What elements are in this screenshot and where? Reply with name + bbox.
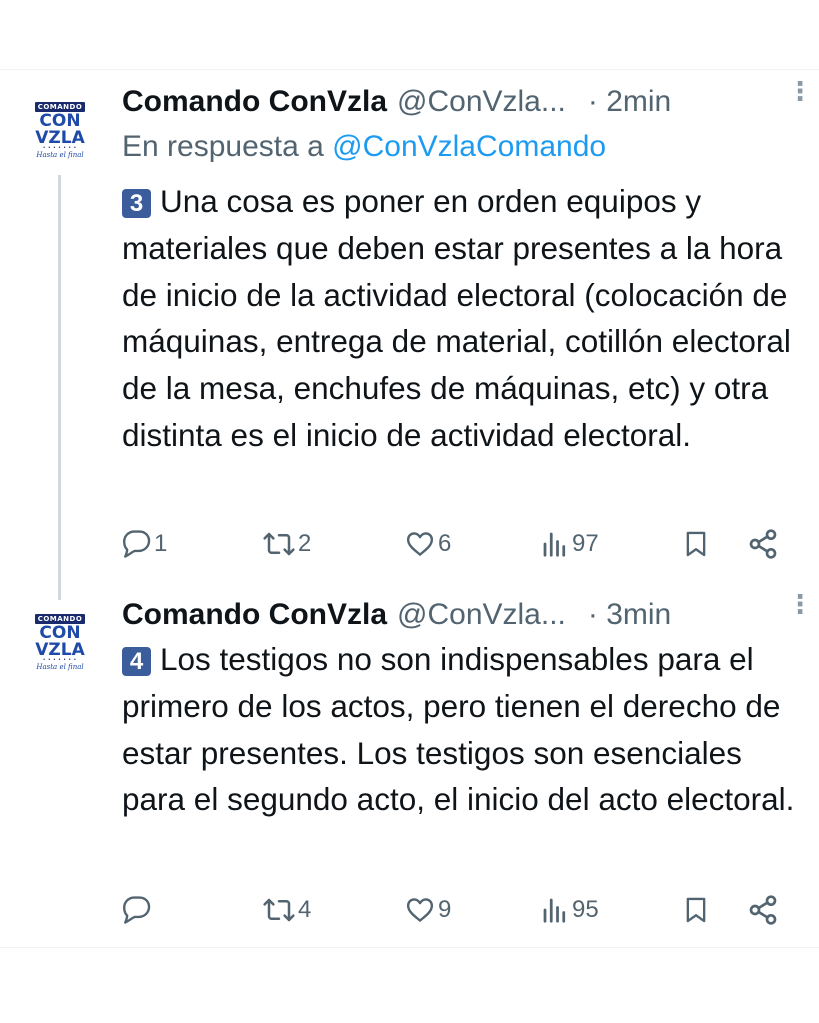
number-badge: 4 xyxy=(122,647,151,676)
avatar-logo-tagline: Hasta el final xyxy=(36,151,84,159)
more-icon[interactable]: ⋮ xyxy=(787,78,813,104)
avatar[interactable]: COMANDO CON VZLA • • • • • • • Hasta el … xyxy=(30,100,90,160)
reply-count: 1 xyxy=(154,530,168,557)
tweet-time[interactable]: · 3min xyxy=(588,598,671,632)
reply-button[interactable]: 1 xyxy=(122,524,167,564)
bookmark-button[interactable] xyxy=(682,524,710,564)
tweet-time[interactable]: · 2min xyxy=(588,85,671,119)
thread-line xyxy=(58,175,61,600)
tweet-2[interactable]: COMANDO CON VZLA • • • • • • • Hasta el … xyxy=(0,591,819,947)
reply-icon xyxy=(123,896,151,924)
share-button[interactable] xyxy=(747,524,779,564)
author-name[interactable]: Comando ConVzla xyxy=(122,85,387,119)
reply-prefix: En respuesta a xyxy=(122,130,333,163)
tweet-text: 3 Una cosa es poner en orden equipos y ma… xyxy=(122,178,807,459)
tweet-text: 4 Los testigos no son indispensables para… xyxy=(122,636,807,823)
like-button[interactable]: 6 xyxy=(404,524,451,564)
bookmark-icon xyxy=(686,897,706,923)
reply-icon xyxy=(123,530,151,558)
retweet-count: 4 xyxy=(298,896,312,923)
retweet-count: 2 xyxy=(298,530,312,557)
more-icon[interactable]: ⋮ xyxy=(787,591,813,617)
author-name[interactable]: Comando ConVzla xyxy=(122,598,387,632)
author-handle[interactable]: @ConVzla... xyxy=(397,85,566,119)
author-handle[interactable]: @ConVzla... xyxy=(397,598,566,632)
like-button[interactable]: 9 xyxy=(404,890,451,930)
heart-icon xyxy=(406,898,434,922)
views-count: 97 xyxy=(572,530,599,557)
share-icon xyxy=(749,895,777,925)
avatar-logo-con: CON xyxy=(39,623,81,643)
share-icon xyxy=(749,529,777,559)
tweet-text-content: Los testigos no son indispensables para … xyxy=(122,641,795,818)
retweet-icon xyxy=(263,532,295,556)
avatar-logo-vzla: VZLA xyxy=(35,128,85,148)
avatar-logo-con: CON xyxy=(39,111,81,131)
tweet-header: Comando ConVzla @ConVzla... · 2min ⋮ xyxy=(122,78,813,122)
views-count: 95 xyxy=(572,896,599,923)
like-count: 9 xyxy=(438,896,452,923)
bookmark-icon xyxy=(686,531,706,557)
avatar[interactable]: COMANDO CON VZLA • • • • • • • Hasta el … xyxy=(30,612,90,672)
reply-context: En respuesta a @ConVzlaComando xyxy=(122,130,606,164)
tweet-1[interactable]: COMANDO CON VZLA • • • • • • • Hasta el … xyxy=(0,70,819,600)
views-icon xyxy=(543,532,566,557)
avatar-logo-vzla: VZLA xyxy=(35,640,85,660)
views-button[interactable]: 95 xyxy=(540,890,599,930)
avatar-logo-tagline: Hasta el final xyxy=(36,663,84,671)
like-count: 6 xyxy=(438,530,452,557)
tweet-text-content: Una cosa es poner en orden equipos y mat… xyxy=(122,183,791,453)
retweet-icon xyxy=(263,898,295,922)
number-badge: 3 xyxy=(122,189,151,218)
retweet-button[interactable]: 2 xyxy=(262,524,311,564)
views-button[interactable]: 97 xyxy=(540,524,599,564)
bookmark-button[interactable] xyxy=(682,890,710,930)
bottom-divider xyxy=(0,947,819,948)
views-icon xyxy=(543,898,566,923)
tweet-header: Comando ConVzla @ConVzla... · 3min ⋮ xyxy=(122,591,813,635)
tweet-actions: 4 9 95 xyxy=(122,890,782,930)
share-button[interactable] xyxy=(747,890,779,930)
retweet-button[interactable]: 4 xyxy=(262,890,311,930)
heart-icon xyxy=(406,532,434,556)
tweet-actions: 1 2 6 97 xyxy=(122,524,782,564)
reply-handle-link[interactable]: @ConVzlaComando xyxy=(332,130,606,163)
reply-button[interactable] xyxy=(122,890,154,930)
